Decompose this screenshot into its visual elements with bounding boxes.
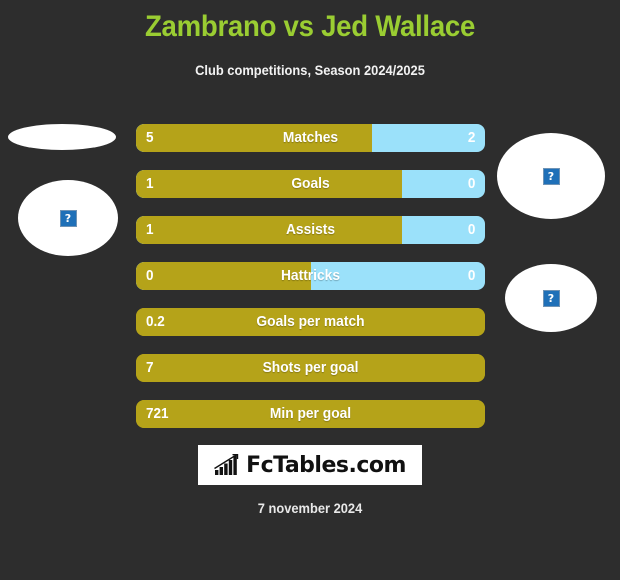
stat-right-value: 0 — [467, 267, 475, 284]
broken-image-icon: ? — [542, 289, 560, 307]
left-player-photo-placeholder-top — [8, 124, 116, 150]
bar-chart-growth-icon — [214, 454, 239, 475]
stat-left-value: 1 — [146, 221, 154, 238]
stat-right-value: 2 — [467, 129, 475, 146]
logo-text: FcTables.com — [246, 452, 406, 478]
footer-date: 7 november 2024 — [257, 500, 363, 516]
stat-right-value: 0 — [467, 175, 475, 192]
stat-bar-left-fill — [136, 124, 372, 152]
stat-left-value: 7 — [146, 359, 154, 376]
stat-bar-left-fill — [136, 262, 311, 290]
page-title: Zambrano vs Jed Wallace — [144, 10, 476, 43]
stat-left-value: 5 — [146, 129, 154, 146]
stat-bar-row: 5 2 Matches — [136, 124, 485, 152]
stat-bar-row: 7 Shots per goal — [136, 354, 485, 382]
stat-left-value: 0.2 — [146, 313, 165, 330]
fctables-logo[interactable]: FcTables.com — [198, 445, 422, 485]
stat-right-value: 0 — [467, 221, 475, 238]
stat-bar-row: 721 Min per goal — [136, 400, 485, 428]
stat-bar-left-fill — [136, 354, 485, 382]
stat-comparison-page: Zambrano vs Jed Wallace Club competition… — [0, 0, 620, 580]
stat-bar-row: 0.2 Goals per match — [136, 308, 485, 336]
stat-bar-row: 1 0 Assists — [136, 216, 485, 244]
stat-left-value: 721 — [146, 405, 169, 422]
page-subtitle: Club competitions, Season 2024/2025 — [195, 62, 425, 78]
stat-bar-row: 1 0 Goals — [136, 170, 485, 198]
stat-bar-left-fill — [136, 400, 485, 428]
stat-bar-left-fill — [136, 170, 402, 198]
broken-image-icon: ? — [59, 209, 77, 227]
stat-bar-row: 0 0 Hattricks — [136, 262, 485, 290]
left-player-photo-placeholder: ? — [18, 180, 118, 256]
broken-image-icon: ? — [542, 167, 560, 185]
stat-left-value: 1 — [146, 175, 154, 192]
stat-bars-list: 5 2 Matches 1 0 Goals 1 0 Assists 0 0 Hattricks 0.2 G… — [136, 124, 485, 446]
right-player-photo-placeholder-bottom: ? — [505, 264, 597, 332]
right-player-photo-placeholder: ? — [497, 133, 605, 219]
stat-left-value: 0 — [146, 267, 154, 284]
stat-bar-left-fill — [136, 308, 485, 336]
stat-bar-left-fill — [136, 216, 402, 244]
